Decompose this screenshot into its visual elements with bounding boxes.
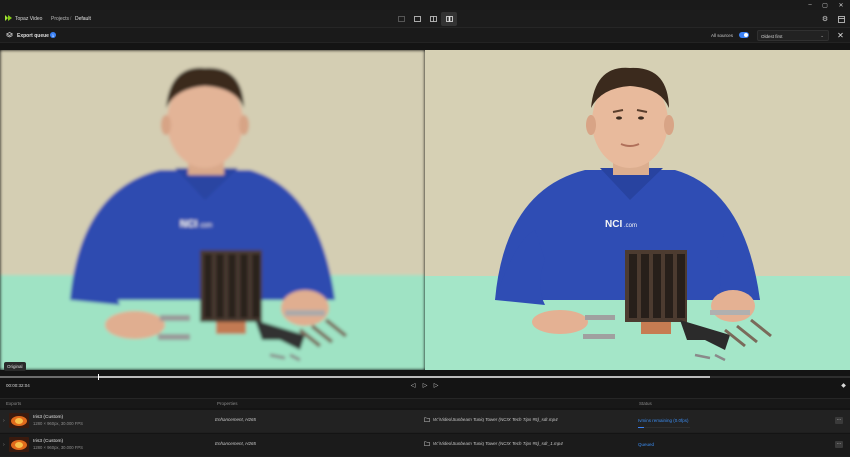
- folder-icon[interactable]: [424, 441, 430, 446]
- chevron-right-icon[interactable]: ›: [3, 442, 5, 448]
- export-model: Iris3 (Custom): [33, 439, 64, 444]
- svg-text:.com: .com: [199, 223, 212, 229]
- export-output-path[interactable]: W:\Video\Sunbeam Tuniq Tower (NCIX Tech …: [433, 441, 563, 446]
- enhanced-video-frame[interactable]: NCI .com: [425, 50, 850, 370]
- svg-text:NCI: NCI: [180, 219, 197, 230]
- compare-view-button[interactable]: [441, 12, 457, 26]
- single-view-icon: [397, 16, 405, 22]
- topaz-logo-icon: [5, 15, 12, 21]
- queue-row[interactable]: › Iris3 (Custom) 1280 × 960px, 30.000 FP…: [0, 410, 850, 433]
- sort-order-value: Oldest first: [761, 33, 783, 39]
- video-preview: NCI .com NCI .com: [0, 50, 850, 370]
- export-status: Queued: [638, 442, 655, 447]
- queue-row[interactable]: › Iris3 (Custom) 1280 × 960px, 30.000 FP…: [0, 434, 850, 457]
- sort-order-select[interactable]: Oldest first ⌄: [757, 30, 829, 41]
- close-icon[interactable]: ✕: [833, 0, 849, 10]
- app-header: Topaz Video Projects / Default ⚙: [0, 10, 850, 28]
- timeline-scrubber[interactable]: [0, 374, 850, 380]
- export-panel-icon[interactable]: [835, 13, 847, 25]
- column-status: Status: [639, 401, 652, 406]
- export-properties: Enhancement, H265: [215, 441, 257, 446]
- export-output-path[interactable]: W:\Video\Sunbeam Tuniq Tower (NCIX Tech …: [433, 417, 558, 422]
- all-sources-label: All sources: [711, 33, 734, 38]
- export-spec: 1280 × 960px, 30.000 FPS: [33, 445, 83, 450]
- app-name: Topaz Video: [15, 16, 43, 22]
- queue-header: Exports Properties Status: [0, 398, 850, 408]
- gear-icon[interactable]: ⚙: [819, 13, 831, 25]
- next-frame-icon[interactable]: ▷: [432, 381, 440, 389]
- compare-view-icon: [445, 16, 453, 22]
- breadcrumb-default[interactable]: Default: [75, 16, 91, 22]
- original-label: Original: [4, 362, 26, 371]
- maximize-icon[interactable]: ▢: [817, 0, 833, 10]
- play-icon[interactable]: ▷: [421, 381, 429, 389]
- all-sources-toggle[interactable]: [739, 32, 749, 38]
- window-titlebar: – ▢ ✕: [0, 0, 850, 10]
- chevron-right-icon[interactable]: ›: [3, 418, 5, 424]
- export-thumbnail: [9, 437, 29, 452]
- export-status: Ivmins remaining (0.0fps): [638, 418, 689, 423]
- export-progress-fill: [638, 427, 645, 428]
- close-queue-icon[interactable]: ✕: [836, 31, 845, 40]
- export-queue-label[interactable]: Export queue: [17, 33, 49, 39]
- playhead-handle[interactable]: [97, 374, 99, 380]
- breadcrumb-separator: /: [70, 16, 72, 22]
- svg-text:NCI: NCI: [605, 219, 622, 230]
- more-options-icon[interactable]: ···: [835, 417, 843, 424]
- export-progress-bar: [638, 427, 690, 428]
- export-properties: Enhancement, H265: [215, 417, 257, 422]
- timeline-range: [97, 376, 710, 378]
- side-by-side-view-button[interactable]: [409, 12, 425, 26]
- column-exports: Exports: [6, 401, 22, 406]
- export-model: Iris3 (Custom): [33, 415, 64, 420]
- export-thumbnail: [9, 413, 29, 428]
- split-compare-icon[interactable]: ◆: [839, 381, 848, 389]
- timecode: 00:00:32:04: [6, 383, 30, 388]
- export-queue-toolbar: Export queue 1 All sources Oldest first …: [0, 28, 850, 43]
- side-by-side-view-icon: [413, 16, 421, 22]
- folder-icon[interactable]: [424, 417, 430, 422]
- layers-icon: [6, 32, 13, 38]
- minimize-icon[interactable]: –: [802, 0, 818, 10]
- column-properties: Properties: [217, 401, 238, 406]
- svg-text:.com: .com: [624, 223, 637, 229]
- more-options-icon[interactable]: ···: [835, 441, 843, 448]
- export-queue-count-badge: 1: [50, 32, 56, 38]
- split-view-button[interactable]: [425, 12, 441, 26]
- export-spec: 1280 × 960px, 30.000 FPS: [33, 421, 83, 426]
- previous-frame-icon[interactable]: ◁: [409, 381, 417, 389]
- breadcrumb-projects[interactable]: Projects: [51, 16, 69, 22]
- timeline-played: [0, 376, 98, 378]
- split-view-icon: [429, 16, 437, 22]
- original-video-frame[interactable]: NCI .com: [0, 50, 425, 370]
- chevron-down-icon: ⌄: [820, 33, 824, 38]
- single-view-button[interactable]: [393, 12, 409, 26]
